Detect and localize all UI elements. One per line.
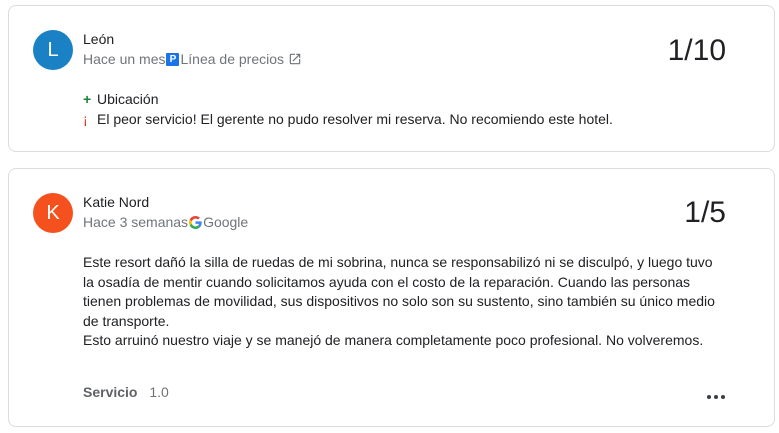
review-text: Este resort dañó la silla de ruedas de m… [83, 253, 723, 351]
review-meta: Hace 3 semanas Google [83, 214, 248, 230]
reviewer-name[interactable]: León [83, 31, 114, 47]
review-rating: 1/5 [684, 196, 726, 229]
reviewer-name[interactable]: Katie Nord [83, 194, 149, 210]
more-options-button[interactable] [704, 387, 728, 407]
review-time: Hace un mes [83, 51, 166, 67]
more-horizontal-icon [706, 395, 727, 399]
positive-point: + Ubicación [83, 91, 158, 107]
avatar-letter: L [47, 38, 59, 61]
review-source-link[interactable]: Google [203, 214, 248, 230]
priceline-logo-icon: P [166, 52, 180, 66]
external-link-icon[interactable] [288, 52, 302, 66]
avatar[interactable]: L [33, 30, 73, 70]
google-icon [189, 215, 202, 229]
review-paragraph: Esto arruinó nuestro viaje y se manejó d… [83, 332, 704, 348]
negative-point: ¡ El peor servicio! El gerente no pudo r… [83, 111, 613, 127]
aspect-name: Servicio [83, 384, 138, 400]
positive-text: Ubicación [97, 91, 159, 107]
review-time: Hace 3 semanas [83, 214, 189, 230]
review-source-link[interactable]: Línea de precios [180, 51, 284, 67]
review-card: K Katie Nord Hace 3 semanas Google 1/5 E… [8, 168, 775, 427]
review-rating: 1/10 [667, 34, 726, 67]
review-paragraph: Este resort dañó la silla de ruedas de m… [83, 254, 715, 329]
negative-mark: ¡ [83, 111, 88, 127]
avatar[interactable]: K [33, 193, 73, 233]
review-meta: Hace un mes P Línea de precios [83, 51, 302, 67]
aspect-score: 1.0 [149, 384, 169, 400]
review-card: L León Hace un mes P Línea de precios 1/… [8, 5, 775, 152]
plus-icon: + [83, 91, 92, 107]
avatar-letter: K [46, 201, 60, 224]
aspect-rating: Servicio 1.0 [83, 384, 169, 400]
negative-text: El peor servicio! El gerente no pudo res… [97, 111, 613, 127]
